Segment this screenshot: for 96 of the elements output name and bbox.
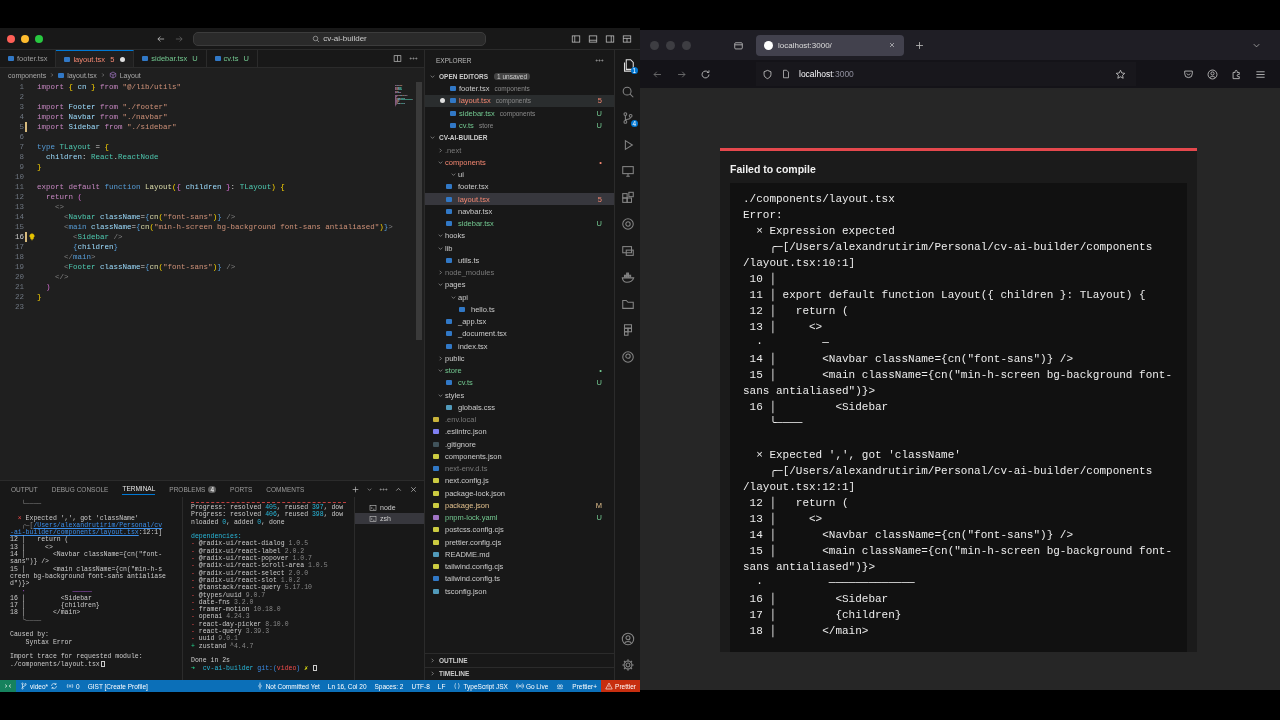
close-icon[interactable] [888, 41, 896, 49]
tab-list-icon[interactable] [733, 39, 744, 51]
error-line: 12 │ return ( [748, 496, 850, 511]
error-line: /layout.tsx:12:1] [743, 480, 857, 495]
file-icon [64, 56, 71, 62]
close-icon[interactable] [409, 484, 418, 494]
shield-icon [762, 68, 773, 80]
error-line: 16 │ <Sidebar [748, 592, 890, 607]
extensions-icon[interactable] [1231, 68, 1242, 80]
forward-arrow-icon[interactable] [676, 68, 687, 80]
window-minimize-button[interactable] [21, 34, 29, 43]
broadcast-icon [66, 682, 75, 690]
file-icon [142, 56, 149, 61]
error-line: 13 │ <> [748, 320, 824, 335]
error-line: 16 │ <Sidebar [748, 400, 890, 415]
whale-icon[interactable] [620, 270, 635, 284]
error-line: · ───────────── [755, 576, 916, 591]
file-icon [58, 72, 65, 78]
error-line: 11 │ export default function Layout({ children }: TLayout) { [748, 288, 1147, 303]
menu-icon[interactable] [1255, 68, 1266, 80]
chevron-icon [49, 72, 56, 78]
circle-icon[interactable] [620, 349, 635, 364]
error-line: 17 │ {children} [748, 608, 903, 623]
remote-icon [4, 682, 12, 690]
terminal-icon [369, 514, 377, 523]
reload-icon[interactable] [700, 68, 711, 80]
commit-icon [255, 682, 264, 690]
symbol-icon [108, 71, 117, 79]
target-icon[interactable] [620, 217, 635, 231]
error-line: × Expression expected [755, 224, 896, 239]
window-close-button[interactable] [7, 34, 15, 43]
error-line: sans antialiased")}> [743, 560, 877, 575]
error-line: Error: [743, 208, 784, 223]
monitor-icon[interactable] [620, 164, 635, 178]
layout-icon[interactable] [571, 33, 581, 44]
error-line: 18 │ </main> [748, 624, 870, 639]
browser-tab[interactable]: localhost:3000/ [756, 34, 904, 56]
add-terminal-icon[interactable] [351, 484, 360, 494]
account-icon[interactable] [1207, 68, 1218, 80]
error-line: 12 │ return ( [748, 304, 850, 319]
pocket-icon[interactable] [1183, 68, 1194, 80]
error-line: /layout.tsx:10:1] [743, 256, 857, 271]
file-icon [214, 56, 221, 61]
error-line: ╰──── [768, 415, 804, 431]
file-icon [459, 306, 465, 312]
terminal-icon [369, 503, 377, 512]
error-line: 15 │ <main className={cn("min-h-screen bg-background font- [748, 368, 1174, 383]
layout-icon[interactable] [605, 33, 615, 44]
error-line: 13 │ <> [748, 512, 824, 527]
back-arrow-icon[interactable] [156, 33, 166, 44]
branch-icon [20, 682, 28, 690]
error-line: 14 │ <Navbar className={cn("font-sans")} /> [748, 528, 1075, 543]
page-icon [781, 69, 791, 79]
file-icon [446, 221, 452, 227]
command-center[interactable]: cv-ai-builder [193, 31, 486, 46]
extensions-icon[interactable] [620, 190, 635, 205]
error-line: × Expected ',', got 'className' [755, 448, 962, 463]
bookmark-star-icon[interactable] [1115, 68, 1126, 80]
dialog-title: Failed to compile [730, 163, 817, 177]
braces-icon [453, 682, 462, 690]
error-line: sans antialiased")}> [743, 384, 877, 399]
sync-icon [50, 682, 59, 690]
screens-icon[interactable] [620, 243, 635, 258]
chevron-icon [429, 72, 436, 80]
file-icon [446, 257, 452, 263]
file-icon [446, 380, 452, 386]
search-icon [312, 34, 321, 43]
source-control-icon[interactable] [620, 111, 635, 125]
account-icon[interactable] [620, 631, 635, 646]
address-bar[interactable]: localhost:3000 [756, 62, 1136, 86]
chevron-icon [429, 134, 436, 142]
new-tab-icon[interactable] [914, 39, 925, 51]
scrollbar[interactable] [416, 82, 422, 340]
layout-icon[interactable] [588, 33, 598, 44]
layout-icon[interactable] [622, 33, 632, 44]
error-line: 15 │ <main className={cn("min-h-screen bg-background font- [748, 544, 1174, 559]
error-line: 14 │ <Navbar className={cn("font-sans")} /> [748, 352, 1075, 367]
settings-icon[interactable] [620, 658, 635, 672]
lightbulb-icon[interactable] [28, 233, 36, 241]
goggles-icon[interactable] [556, 682, 565, 690]
back-arrow-icon[interactable] [652, 68, 663, 80]
error-line: 10 │ [748, 272, 777, 287]
error-line: ╭─[/Users/alexandrutirim/Personal/cv-ai-builder/components [768, 240, 1154, 255]
split-editor-icon[interactable] [393, 54, 402, 63]
dropdown-icon[interactable] [366, 485, 373, 493]
search-icon[interactable] [620, 84, 635, 99]
chevron-icon [99, 72, 106, 78]
file-icon [446, 404, 452, 410]
more-icon[interactable] [409, 54, 418, 63]
error-line: · ─ [755, 336, 830, 351]
warning-icon [605, 682, 614, 690]
error-line: ╭─[/Users/alexandrutirim/Personal/cv-ai-builder/components [768, 464, 1154, 479]
error-line: ./components/layout.tsx [743, 192, 896, 207]
broadcast-icon [515, 682, 524, 690]
window-zoom-button[interactable] [35, 34, 43, 43]
file-icon [8, 56, 14, 61]
